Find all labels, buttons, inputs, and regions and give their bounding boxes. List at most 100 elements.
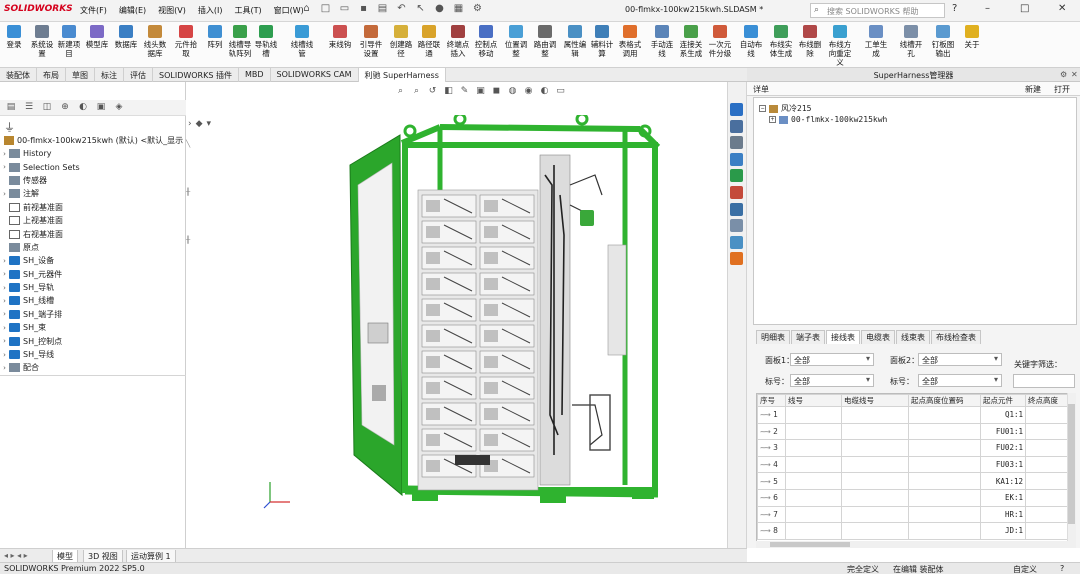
row-index[interactable]: ⟿ 7 bbox=[757, 505, 786, 524]
cell-end-height[interactable] bbox=[1025, 455, 1071, 474]
menu-insert[interactable]: 插入(I) bbox=[198, 5, 223, 16]
cell-wire-no[interactable] bbox=[785, 455, 842, 474]
file-explorer-icon[interactable] bbox=[730, 152, 743, 166]
command-tab-1[interactable]: 布局 bbox=[37, 68, 66, 82]
select-cursor-icon[interactable]: ↖ bbox=[414, 3, 427, 17]
cell-start-component[interactable]: FU03:1 bbox=[980, 455, 1026, 474]
hide-show-icon[interactable]: ◍ bbox=[507, 86, 518, 97]
tree-item[interactable]: 右视基准面 bbox=[0, 227, 186, 240]
table-tab-0[interactable]: 明细表 bbox=[756, 330, 790, 344]
col-wire-no[interactable]: 线号 bbox=[785, 394, 842, 407]
menu-file[interactable]: 文件(F) bbox=[80, 5, 107, 16]
open-folder-icon[interactable]: ▭ bbox=[338, 3, 351, 17]
tree-item[interactable]: › Selection Sets bbox=[0, 160, 186, 173]
command-tab-2[interactable]: 草图 bbox=[66, 68, 95, 82]
new-document-icon[interactable]: □ bbox=[319, 3, 332, 17]
collapse-toggle[interactable]: − bbox=[759, 105, 766, 112]
expand-arrow-icon[interactable]: › bbox=[0, 190, 9, 198]
expand-arrow-icon[interactable]: › bbox=[0, 324, 9, 332]
col-start-component[interactable]: 起点元件 bbox=[980, 394, 1026, 407]
cmd-button-28[interactable]: 布线方向重定义 bbox=[826, 25, 854, 67]
cell-cable-wire-no[interactable] bbox=[841, 472, 909, 490]
cell-end-height[interactable] bbox=[1025, 472, 1071, 490]
command-tab-8[interactable]: 利驰 SuperHarness bbox=[358, 68, 446, 82]
3dexperience-icon[interactable] bbox=[730, 252, 743, 266]
cell-end-height[interactable] bbox=[1025, 406, 1071, 424]
cmd-button-25[interactable]: 自动布线 bbox=[737, 25, 765, 58]
cmd-button-8[interactable]: 线槽导轨阵列 bbox=[226, 25, 254, 58]
edit-appearance-icon[interactable]: ◉ bbox=[523, 86, 534, 97]
cell-start-position[interactable] bbox=[908, 406, 981, 424]
tree-item[interactable]: 原点 bbox=[0, 241, 186, 254]
zoom-fit-icon[interactable]: ⌕ bbox=[395, 86, 406, 97]
command-tab-6[interactable]: MBD bbox=[239, 68, 271, 82]
cell-cable-wire-no[interactable] bbox=[841, 505, 909, 524]
cmd-button-32[interactable]: 关于 bbox=[958, 25, 986, 49]
cell-start-position[interactable] bbox=[908, 439, 981, 457]
cmd-button-7[interactable]: 阵列 bbox=[201, 25, 229, 49]
table-row[interactable]: ⟿ 5 KA1:12 bbox=[757, 472, 1071, 490]
cmd-button-9[interactable]: 导轨线槽 bbox=[252, 25, 280, 58]
cell-end-height[interactable] bbox=[1025, 522, 1071, 540]
solidworks-logo[interactable]: SOLIDWORKS bbox=[4, 4, 73, 14]
save-icon[interactable]: ▪ bbox=[357, 3, 370, 17]
forum-icon[interactable] bbox=[730, 219, 743, 233]
cmd-button-29[interactable]: 工单生成 bbox=[862, 25, 890, 58]
harness-tab-icon[interactable]: ◈ bbox=[112, 102, 126, 114]
expand-arrow-icon[interactable]: › bbox=[0, 284, 9, 292]
command-tab-7[interactable]: SOLIDWORKS CAM bbox=[271, 68, 359, 82]
table-tab-1[interactable]: 端子表 bbox=[791, 330, 825, 344]
table-row[interactable]: ⟿ 3 FU02:1 bbox=[757, 439, 1071, 457]
minimize-icon[interactable]: – bbox=[985, 3, 990, 14]
cmd-button-12[interactable]: 引导件设置 bbox=[357, 25, 385, 58]
cell-start-position[interactable] bbox=[908, 488, 981, 507]
cmd-button-1[interactable]: 系统设置 bbox=[28, 25, 56, 58]
options-gear-icon[interactable]: ⚙ bbox=[471, 3, 484, 17]
scene-icon[interactable]: ◐ bbox=[539, 86, 550, 97]
cmd-button-31[interactable]: 钉板图输出 bbox=[929, 25, 957, 58]
cell-wire-no[interactable] bbox=[785, 439, 842, 457]
panel2-select[interactable]: 全部 bbox=[918, 353, 1002, 366]
cmd-button-24[interactable]: 一次元件分级 bbox=[706, 25, 734, 58]
cmd-button-27[interactable]: 布线删除 bbox=[796, 25, 824, 58]
open-button[interactable]: 打开 bbox=[1050, 83, 1074, 96]
home-icon[interactable]: ⌂ bbox=[300, 3, 313, 17]
cell-cable-wire-no[interactable] bbox=[841, 488, 909, 507]
label2-select[interactable]: 全部 bbox=[918, 374, 1002, 387]
help-search-input[interactable]: ⌕ 搜索 SOLIDWORKS 帮助 bbox=[810, 3, 945, 18]
previous-view-icon[interactable]: ↺ bbox=[427, 86, 438, 97]
command-tab-5[interactable]: SOLIDWORKS 插件 bbox=[153, 68, 239, 82]
expand-toggle[interactable]: + bbox=[769, 116, 776, 123]
table-row[interactable]: ⟿ 4 FU03:1 bbox=[757, 455, 1071, 474]
col-cable-wire-no[interactable]: 电缆线号 bbox=[841, 394, 909, 407]
tab-scroll-icons[interactable]: ◂ ▸ ◂ ▸ bbox=[4, 551, 28, 560]
expand-arrow-icon[interactable]: › bbox=[0, 150, 9, 158]
tree-item[interactable]: › History bbox=[0, 147, 186, 160]
expand-arrow-icon[interactable]: › bbox=[188, 119, 192, 129]
cell-wire-no[interactable] bbox=[785, 522, 842, 540]
custom-properties-icon[interactable] bbox=[730, 202, 743, 216]
help-question-icon[interactable]: ? bbox=[952, 3, 957, 14]
cell-start-component[interactable]: HR:1 bbox=[980, 505, 1026, 524]
row-index[interactable]: ⟿ 3 bbox=[757, 439, 786, 457]
appearances-icon[interactable] bbox=[730, 186, 743, 199]
filter-icon[interactable]: ⏚ bbox=[4, 119, 15, 135]
row-index[interactable]: ⟿ 4 bbox=[757, 455, 786, 474]
tree-item[interactable]: › SH_元器件 bbox=[0, 268, 186, 281]
dynamic-annotation-icon[interactable]: ✎ bbox=[459, 86, 470, 97]
row-index[interactable]: ⟿ 2 bbox=[757, 422, 786, 441]
col-index[interactable]: 序号 bbox=[757, 394, 786, 407]
cell-end-height[interactable] bbox=[1025, 439, 1071, 457]
new-button[interactable]: 新建 bbox=[1021, 83, 1045, 96]
cmd-button-20[interactable]: 辅料计算 bbox=[588, 25, 616, 58]
maximize-icon[interactable]: □ bbox=[1020, 3, 1029, 14]
expand-arrow-icon[interactable]: › bbox=[0, 337, 9, 345]
cmd-button-3[interactable]: 模型库 bbox=[83, 25, 111, 49]
cube-icon[interactable]: ◆ bbox=[196, 119, 203, 129]
keyword-filter-input[interactable] bbox=[1013, 374, 1075, 388]
cmd-button-26[interactable]: 布线实体生成 bbox=[767, 25, 795, 58]
help-status-icon[interactable]: ? bbox=[1060, 564, 1064, 573]
expand-arrow-icon[interactable]: › bbox=[0, 351, 9, 359]
cmd-button-19[interactable]: 属性编辑 bbox=[561, 25, 589, 58]
table-tab-2[interactable]: 接线表 bbox=[826, 330, 860, 344]
